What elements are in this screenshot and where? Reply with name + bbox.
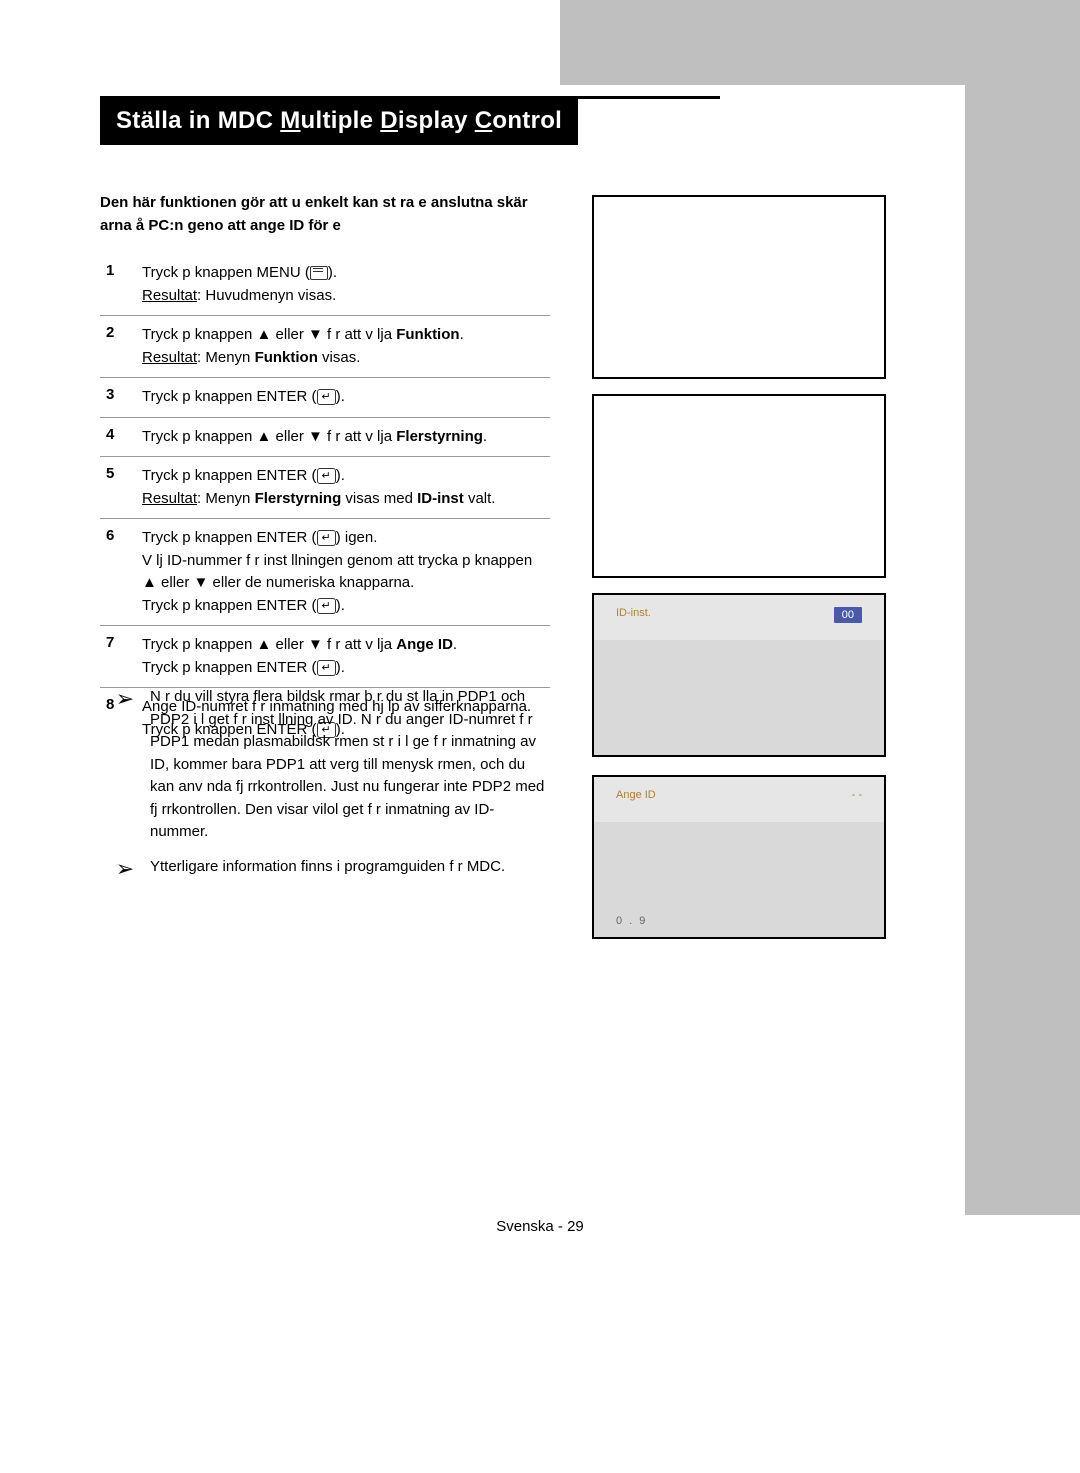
title-u-d: D [380, 107, 398, 134]
osd3-label: ID-inst. [616, 607, 651, 623]
title-bar: Ställa in MDC Multiple Display Control [100, 96, 720, 145]
step-6: 6 Tryck p knappen ENTER (↵) igen. V lj I… [100, 519, 550, 626]
enter-icon: ↵ [317, 389, 336, 405]
enter-icon: ↵ [317, 660, 336, 676]
note-text: Ytterligare information finns i programg… [150, 856, 550, 882]
result-label: Resultat [142, 287, 197, 304]
step-num: 4 [100, 426, 142, 449]
step-body: Tryck p knappen ENTER (↵) igen. V lj ID-… [142, 527, 550, 617]
step-num: 3 [100, 386, 142, 409]
note-2: ➢ Ytterligare information finns i progra… [100, 850, 550, 888]
enter-icon: ↵ [317, 468, 336, 484]
osd4-label: Ange ID [616, 789, 656, 801]
note-arrow-icon: ➢ [100, 856, 150, 882]
step-2: 2 Tryck p knappen ▲ eller ▼ f r att v lj… [100, 316, 550, 378]
decorative-gray-top [560, 0, 1080, 85]
step-5: 5 Tryck p knappen ENTER (↵). Resultat: M… [100, 457, 550, 519]
step-body: Tryck p knappen ▲ eller ▼ f r att v lja … [142, 324, 550, 369]
title-mid1: ultiple [301, 107, 381, 134]
step-num: 5 [100, 465, 142, 510]
notes: ➢ N r du vill styra flera bildsk rmar b … [100, 680, 550, 888]
step-num: 1 [100, 262, 142, 307]
osd-screenshot-4: Ange ID - - 0 . 9 [592, 775, 886, 939]
osd3-row: ID-inst. 00 [594, 595, 884, 635]
enter-icon: ↵ [317, 530, 336, 546]
steps-list: 1 Tryck p knappen MENU (). Resultat: Huv… [100, 254, 550, 749]
title-u-c: C [475, 107, 493, 134]
result-label: Resultat [142, 349, 197, 366]
osd-screenshot-3: ID-inst. 00 [592, 593, 886, 757]
note-1: ➢ N r du vill styra flera bildsk rmar b … [100, 680, 550, 850]
note-text: N r du vill styra flera bildsk rmar b r … [150, 686, 550, 844]
step-num: 6 [100, 527, 142, 617]
title-text-pre: Ställa in MDC [116, 107, 280, 134]
note-arrow-icon: ➢ [100, 686, 150, 844]
page-footer: Svenska - 29 [0, 1218, 1080, 1235]
intro-text: Den här funktionen gör att u enkelt kan … [100, 192, 550, 237]
step-body: Tryck p knappen MENU (). Resultat: Huvud… [142, 262, 550, 307]
page-title: Ställa in MDC Multiple Display Control [100, 99, 578, 145]
result-label: Resultat [142, 490, 197, 507]
step-body: Tryck p knappen ▲ eller ▼ f r att v lja … [142, 426, 550, 449]
decorative-gray-side [965, 85, 1080, 1215]
step-body: Tryck p knappen ▲ eller ▼ f r att v lja … [142, 634, 550, 679]
step-body: Tryck p knappen ENTER (↵). Resultat: Men… [142, 465, 550, 510]
osd-screenshot-1 [592, 195, 886, 379]
title-mid2: isplay [398, 107, 475, 134]
step-7: 7 Tryck p knappen ▲ eller ▼ f r att v lj… [100, 626, 550, 688]
osd4-value: - - [852, 789, 862, 801]
enter-icon: ↵ [317, 598, 336, 614]
step-num: 7 [100, 634, 142, 679]
step-3: 3 Tryck p knappen ENTER (↵). [100, 378, 550, 418]
osd4-row: Ange ID - - [594, 777, 884, 813]
osd-screenshot-2 [592, 394, 886, 578]
menu-icon [310, 266, 328, 280]
step-num: 2 [100, 324, 142, 369]
osd4-bottom: 0 . 9 [616, 915, 647, 927]
title-post: ontrol [492, 107, 562, 134]
step-1: 1 Tryck p knappen MENU (). Resultat: Huv… [100, 254, 550, 316]
osd3-value: 00 [834, 607, 862, 623]
title-u-m: M [280, 107, 300, 134]
step-4: 4 Tryck p knappen ▲ eller ▼ f r att v lj… [100, 418, 550, 458]
step-body: Tryck p knappen ENTER (↵). [142, 386, 550, 409]
